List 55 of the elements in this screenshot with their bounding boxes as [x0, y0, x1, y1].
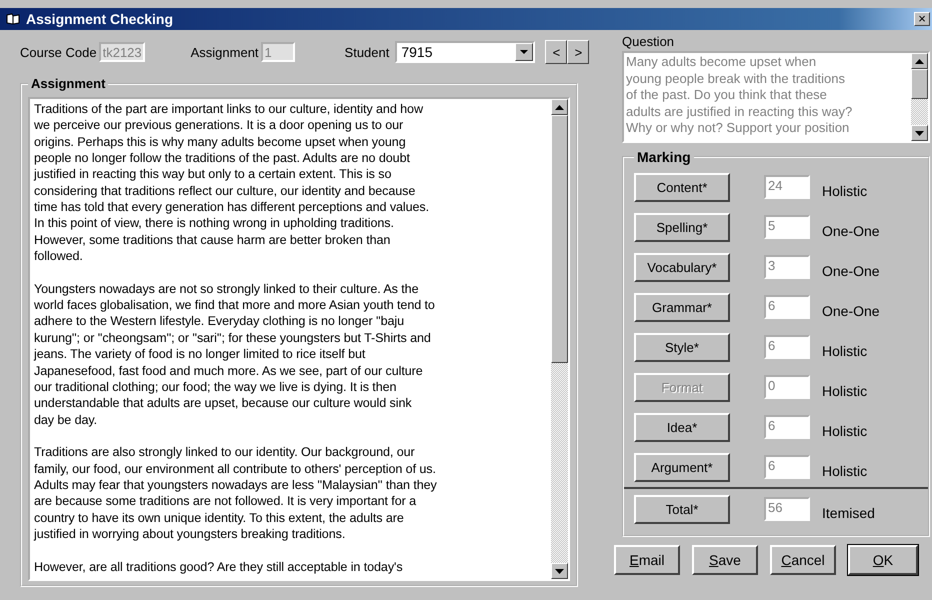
- assignment-text-area[interactable]: [28, 97, 570, 581]
- student-label: Student: [344, 44, 390, 60]
- score-field[interactable]: 6: [764, 415, 810, 439]
- scrollbar[interactable]: [551, 99, 568, 579]
- method-label: Holistic: [822, 183, 868, 199]
- criterion-button[interactable]: Grammar*: [634, 292, 730, 322]
- criterion-button[interactable]: Idea*: [634, 412, 730, 442]
- dialog-button[interactable]: Email: [614, 545, 680, 575]
- assignment-paragraph: Youngsters nowadays are not so strongly linked to their culture. As the world faces globalisation, we find that more and more Asian youth tend to adhere to the Western lifestyle. Everyday clothing is no longer ''baju kurung''; or ''cheongsam''; or ''sari''; for these youngsters but T-Shirts and jeans. The variety of food is no longer limited to rice itself but Japanesefood, fast food and much more. As we see, part of our culture our traditional clothing; our food; the way we live is dying. It is then understandable that adults are upset, because our culture would sink day be day.: [34, 280, 436, 428]
- criterion-button[interactable]: Content*: [634, 172, 730, 202]
- dropdown-arrow-icon: [520, 50, 528, 54]
- close-button[interactable]: ×: [914, 12, 930, 26]
- score-field[interactable]: 6: [764, 295, 810, 319]
- method-label: One-One: [822, 263, 880, 279]
- book-icon: [6, 13, 20, 25]
- scroll-down-icon[interactable]: [555, 568, 564, 574]
- marking-group-title: Marking: [636, 149, 692, 165]
- method-label: One-One: [822, 303, 880, 319]
- next-button[interactable]: >: [567, 40, 590, 64]
- score-field[interactable]: 24: [764, 175, 810, 199]
- scrollbar[interactable]: [911, 53, 928, 141]
- method-label: Itemised: [822, 505, 875, 521]
- method-label: Holistic: [822, 343, 868, 359]
- question-text: Many adults become upset when young people break with the traditions of the past. Do you think that these adults are justified in reacting this way? Why or why not? Support your position: [625, 53, 854, 137]
- criterion-button[interactable]: Vocabulary*: [634, 252, 730, 282]
- course-code-label: Course Code: [20, 44, 97, 60]
- method-label: Holistic: [822, 423, 868, 439]
- method-label: One-One: [822, 223, 880, 239]
- scroll-up-icon[interactable]: [555, 104, 564, 110]
- score-field[interactable]: 3: [764, 255, 810, 279]
- previous-button[interactable]: <: [545, 40, 568, 64]
- criterion-button[interactable]: Style*: [634, 332, 730, 362]
- assignment-paragraph: Traditions of the part are important links to our culture, identity and how we perceive our previous generations. It is a door opening us to our origins. Perhaps this is why many adults become upset when young people no longer follow the traditions of the past. Adults are no doubt justified in reacting this way but only to a certain extent. This is so considering that traditions reflect our culture, our identity and because time has told that every generation has different perceptions and values. In this point of view, there is nothing wrong in upholding traditions. However, some traditions that cause harm are better broken than followed.: [34, 101, 430, 264]
- scroll-down-icon[interactable]: [915, 130, 924, 136]
- assignment-paragraph: Traditions are also strongly linked to our identity. Our background, our family, our food, our environment all contribute to others' perception of us. Adults may fear that youngsters nowadays are less ''Malaysian'' than they are because some traditions are not followed. It is very important for a country to have its own unique identity. To this extent, the adults are justified in worrying about youngsters breaking traditions.: [34, 444, 438, 542]
- criterion-button[interactable]: Argument*: [634, 452, 730, 482]
- score-field[interactable]: 6: [764, 335, 810, 359]
- dialog-button[interactable]: Save: [692, 545, 758, 575]
- method-label: Holistic: [822, 463, 868, 479]
- scroll-up-icon[interactable]: [915, 58, 924, 64]
- assignment-group-title: Assignment: [30, 76, 106, 91]
- dialog-button[interactable]: Cancel: [770, 545, 836, 575]
- total-field[interactable]: 56: [764, 497, 810, 521]
- student-dropdown[interactable]: 7915: [395, 41, 536, 63]
- score-field[interactable]: 5: [764, 215, 810, 239]
- question-label: Question: [622, 34, 676, 49]
- criterion-button[interactable]: Spelling*: [634, 212, 730, 242]
- question-text-area[interactable]: Many adults become upset when young people break with the traditions of the past. Do you think that these adults are justified in reacting this way? Why or why not? Support your position: [622, 51, 930, 143]
- method-label: Holistic: [822, 383, 868, 399]
- assignment-paragraph: However, are all traditions good? Are they still acceptable in today's: [34, 558, 404, 575]
- total-button[interactable]: Total*: [634, 494, 730, 524]
- dialog-button[interactable]: OK: [848, 545, 918, 575]
- window-title: Assignment Checking: [26, 11, 174, 27]
- assignment-label: Assignment: [190, 44, 259, 60]
- score-field[interactable]: 6: [764, 455, 810, 479]
